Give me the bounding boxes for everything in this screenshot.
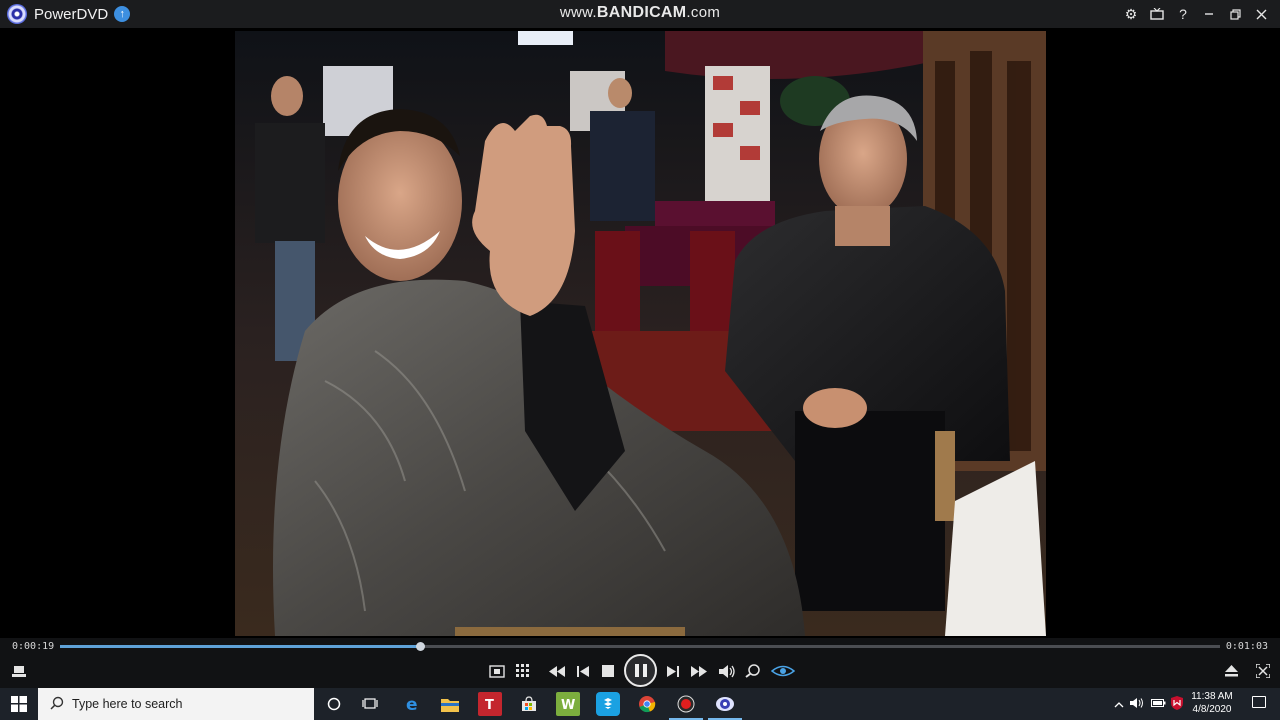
dropbox-icon[interactable]: [596, 692, 620, 716]
minimize-button[interactable]: [1196, 0, 1222, 28]
eject-icon[interactable]: [1218, 658, 1244, 684]
search-icon: [50, 696, 64, 713]
progress-track[interactable]: [60, 642, 1220, 651]
menu-grid-icon[interactable]: [510, 658, 536, 684]
video-scene-image: [235, 31, 1046, 636]
action-center-icon[interactable]: [1252, 696, 1266, 708]
watermark-brand: BANDICAM: [596, 4, 687, 21]
system-tray: [1112, 688, 1186, 720]
total-duration: 0:01:03: [1225, 641, 1268, 652]
text-app-icon[interactable]: T: [478, 692, 502, 716]
w-app-icon[interactable]: W: [556, 692, 580, 716]
settings-gear-icon[interactable]: ⚙: [1118, 0, 1144, 28]
help-icon[interactable]: ?: [1170, 0, 1196, 28]
cortana-icon[interactable]: [322, 692, 346, 716]
restore-button[interactable]: [1222, 0, 1248, 28]
file-explorer-icon[interactable]: [438, 692, 462, 716]
clock-time: 11:38 AM: [1191, 691, 1233, 702]
window-controls: ⚙ ?: [1118, 0, 1274, 28]
video-frame[interactable]: [235, 31, 1046, 636]
bandicam-record-icon[interactable]: [674, 692, 698, 716]
close-button[interactable]: [1248, 0, 1274, 28]
windows-taskbar: Type here to search e T W 11:38 AM 4/8/2…: [0, 688, 1280, 720]
bandicam-watermark: www.BANDICAM.com: [0, 4, 1280, 22]
svg-text:e: e: [406, 695, 418, 713]
chrome-icon[interactable]: [635, 692, 659, 716]
title-bar: PowerDVD ↑ www.BANDICAM.com ⚙ ?: [0, 0, 1280, 28]
trueTheater-eye-icon[interactable]: [768, 658, 798, 684]
edge-browser-icon[interactable]: e: [400, 692, 424, 716]
watermark-suffix: .com: [686, 4, 721, 21]
speaker-icon[interactable]: [1126, 697, 1148, 712]
taskbar-search-box[interactable]: Type here to search: [38, 688, 314, 720]
zoom-icon[interactable]: [740, 658, 766, 684]
video-area[interactable]: [0, 28, 1280, 638]
svg-text:W: W: [561, 698, 575, 711]
search-placeholder: Type here to search: [72, 697, 183, 711]
progress-fill: [60, 645, 420, 648]
media-library-icon[interactable]: [6, 658, 32, 684]
taskbar-clock[interactable]: 11:38 AM 4/8/2020: [1184, 690, 1240, 716]
previous-chapter-icon[interactable]: [570, 658, 596, 684]
rewind-icon[interactable]: [544, 658, 570, 684]
task-view-icon[interactable]: [358, 692, 382, 716]
windows-logo-icon: [11, 696, 27, 712]
next-chapter-icon[interactable]: [660, 658, 686, 684]
current-time: 0:00:19: [12, 641, 55, 652]
snapshot-icon[interactable]: [484, 658, 510, 684]
pause-icon: [634, 664, 647, 677]
tv-mode-icon[interactable]: [1144, 0, 1170, 28]
clock-date: 4/8/2020: [1192, 704, 1232, 715]
watermark-prefix: www.: [559, 4, 597, 21]
start-button[interactable]: [0, 688, 38, 720]
stop-icon[interactable]: [595, 658, 621, 684]
battery-icon[interactable]: [1148, 697, 1168, 711]
tray-chevron-up-icon[interactable]: [1112, 697, 1126, 711]
fast-forward-icon[interactable]: [686, 658, 712, 684]
seek-bar[interactable]: 0:00:19 0:01:03: [0, 638, 1280, 654]
playback-controls: [0, 654, 1280, 688]
pause-button[interactable]: [624, 654, 657, 687]
store-icon[interactable]: [517, 692, 541, 716]
volume-icon[interactable]: [714, 658, 740, 684]
seek-handle[interactable]: [415, 642, 425, 651]
svg-text:T: T: [485, 698, 494, 711]
fullscreen-icon[interactable]: [1250, 658, 1276, 684]
powerdvd-taskbar-icon[interactable]: [713, 692, 737, 716]
